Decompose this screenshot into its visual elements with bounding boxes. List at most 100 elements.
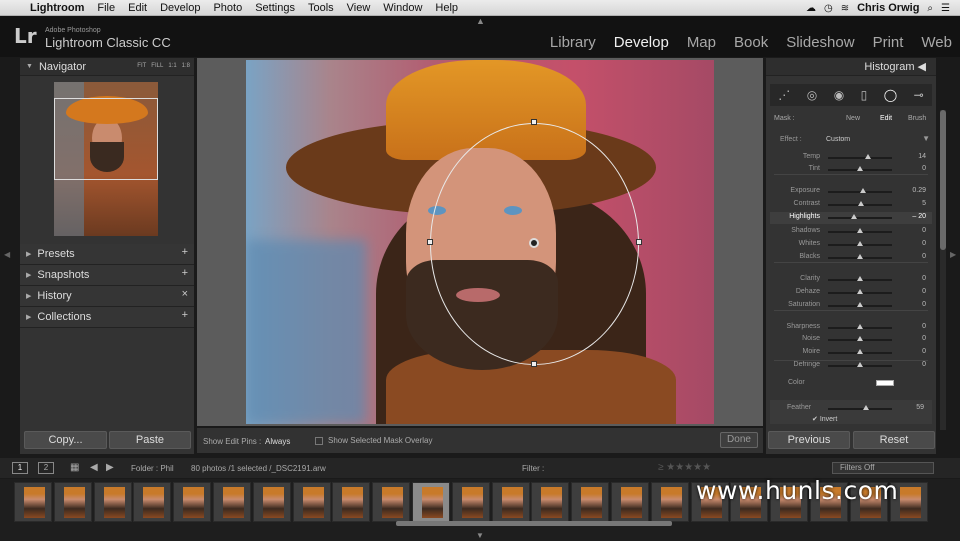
feather-value[interactable]: 59 (916, 404, 924, 411)
paste-button[interactable]: Paste (109, 431, 191, 449)
top-panel-toggle-icon[interactable]: ▲ (476, 16, 485, 26)
slider-knob[interactable] (857, 228, 863, 233)
photo-count[interactable]: 80 photos /1 selected /_DSC2191.arw (191, 464, 326, 473)
slider-knob[interactable] (850, 214, 857, 219)
slider-value[interactable]: 0 (922, 348, 926, 355)
slider-knob[interactable] (857, 254, 863, 259)
right-panel-scrollbar[interactable] (940, 110, 946, 430)
red-eye-icon[interactable]: ◉ (834, 88, 844, 102)
right-panel-toggle-icon[interactable]: ▶ (950, 250, 956, 259)
add-snapshot-icon[interactable]: + (182, 267, 188, 279)
collections-header[interactable]: ▶ Collections + (20, 307, 194, 328)
menu-view[interactable]: View (347, 2, 371, 14)
mask-brush[interactable]: Brush (908, 115, 926, 122)
add-collection-icon[interactable]: + (182, 309, 188, 321)
filmstrip-thumbnail[interactable] (93, 482, 132, 522)
creative-cloud-icon[interactable]: ☁ (806, 3, 816, 14)
slider-knob[interactable] (857, 336, 863, 341)
previous-button[interactable]: Previous (768, 431, 850, 449)
menu-edit[interactable]: Edit (128, 2, 147, 14)
snapshots-header[interactable]: ▶ Snapshots + (20, 265, 194, 286)
slider-value[interactable]: 0 (922, 165, 926, 172)
feather-slider[interactable] (828, 405, 892, 410)
noise-slider[interactable] (828, 336, 892, 341)
back-arrow-icon[interactable]: ◀ (90, 462, 98, 473)
photo[interactable] (246, 60, 714, 424)
slider-knob[interactable] (857, 289, 863, 294)
slider-value[interactable]: 0.29 (912, 187, 926, 194)
filmstrip-thumbnail[interactable] (531, 482, 570, 522)
slider-knob[interactable] (857, 362, 863, 367)
folder-source[interactable]: Folder : Phil (131, 464, 174, 473)
navigator-preview[interactable] (54, 82, 158, 236)
done-button[interactable]: Done (720, 432, 758, 448)
filmstrip-thumbnail[interactable] (53, 482, 92, 522)
exposure-slider[interactable] (828, 188, 892, 193)
filmstrip-thumbnail[interactable] (252, 482, 291, 522)
slider-value[interactable]: 5 (922, 200, 926, 207)
radial-handle-top[interactable] (531, 119, 537, 125)
filmstrip-thumbnail[interactable] (491, 482, 530, 522)
contrast-slider[interactable] (828, 201, 892, 206)
slider-knob[interactable] (857, 324, 863, 329)
menu-settings[interactable]: Settings (255, 2, 295, 14)
filmstrip-thumbnail[interactable] (14, 482, 52, 522)
presets-header[interactable]: ▶ Presets + (20, 244, 194, 265)
filmstrip-thumbnail[interactable] (611, 482, 649, 522)
time-machine-icon[interactable]: ◷ (824, 3, 833, 14)
effect-select[interactable]: Custom (826, 136, 850, 143)
module-slideshow[interactable]: Slideshow (786, 34, 854, 51)
mask-overlay-checkbox[interactable] (315, 436, 323, 445)
module-develop[interactable]: Develop (614, 34, 669, 51)
filters-select[interactable]: Filters Off (832, 462, 934, 474)
filmstrip-thumbnail[interactable] (451, 482, 490, 522)
menu-photo[interactable]: Photo (213, 2, 242, 14)
zoom-1-1[interactable]: 1:1 (168, 63, 176, 69)
clarity-slider[interactable] (828, 276, 892, 281)
filmstrip-thumbnail[interactable] (372, 482, 411, 522)
filmstrip-thumbnail[interactable] (412, 482, 450, 522)
grid-view-icon[interactable]: ▦ (70, 462, 79, 473)
history-header[interactable]: ▶ History × (20, 286, 194, 307)
scrollbar-thumb[interactable] (940, 110, 946, 250)
radial-handle-right[interactable] (636, 239, 642, 245)
highlights-slider[interactable] (828, 214, 892, 219)
effect-disclosure-icon[interactable]: ▼ (922, 134, 930, 143)
navigator-header[interactable]: ▼ Navigator FIT FILL 1:1 1:8 (20, 58, 194, 76)
filmstrip-thumbnail[interactable] (650, 482, 689, 522)
notifications-icon[interactable]: ☰ (941, 3, 950, 14)
bottom-panel-toggle-icon[interactable]: ▼ (476, 531, 484, 540)
left-panel-toggle-icon[interactable]: ◀ (4, 250, 10, 259)
filmstrip-thumbnail[interactable] (133, 482, 172, 522)
rating-filter-stars[interactable]: ≥ ★★★★★ (658, 462, 711, 473)
slider-knob[interactable] (857, 302, 863, 307)
whites-slider[interactable] (828, 241, 892, 246)
slider-value[interactable]: 0 (922, 253, 926, 260)
filmstrip-thumbnail[interactable] (571, 482, 610, 522)
mask-overlay-option[interactable]: Show Selected Mask Overlay (315, 436, 433, 445)
slider-knob[interactable] (857, 276, 863, 281)
slider-value[interactable]: 0 (922, 227, 926, 234)
adjustment-brush-icon[interactable]: ⊸ (914, 88, 924, 102)
menu-develop[interactable]: Develop (160, 2, 200, 14)
radial-filter-icon[interactable]: ◯ (884, 88, 897, 102)
temp-slider[interactable] (828, 154, 892, 159)
radial-handle-bottom[interactable] (531, 361, 537, 367)
menu-window[interactable]: Window (383, 2, 422, 14)
slider-value[interactable]: 0 (922, 361, 926, 368)
slider-value[interactable]: 0 (922, 323, 926, 330)
menu-help[interactable]: Help (435, 2, 458, 14)
module-web[interactable]: Web (921, 34, 952, 51)
module-map[interactable]: Map (687, 34, 716, 51)
edit-pins-select[interactable]: Always (265, 437, 290, 446)
moire-slider[interactable] (828, 349, 892, 354)
filmstrip-thumbnail[interactable] (292, 482, 331, 522)
slider-knob[interactable] (858, 201, 865, 206)
mask-new[interactable]: New (846, 115, 860, 122)
slider-knob[interactable] (864, 154, 871, 159)
slider-value[interactable]: 14 (918, 153, 926, 160)
zoom-fill[interactable]: FILL (151, 63, 163, 69)
primary-window-button[interactable]: 1 (12, 462, 28, 474)
blacks-slider[interactable] (828, 254, 892, 259)
tint-slider[interactable] (828, 166, 892, 171)
